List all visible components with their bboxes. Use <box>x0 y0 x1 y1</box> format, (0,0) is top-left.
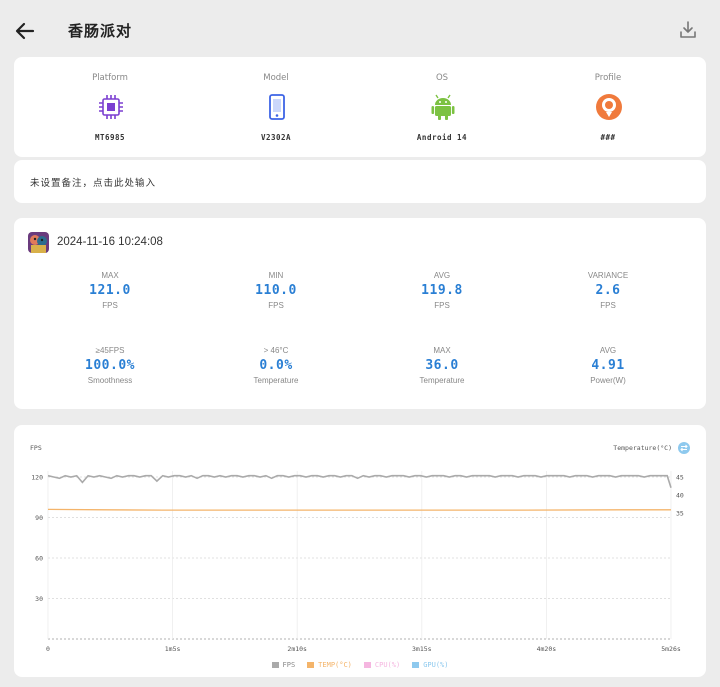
x-tick-label: 2m10s <box>287 645 307 653</box>
model-value: V2302A <box>260 133 292 142</box>
y-tick-label: 60 <box>35 555 43 563</box>
y-tick-label: 120 <box>31 474 43 482</box>
android-icon <box>431 94 455 120</box>
stat-unit: FPS <box>600 301 616 310</box>
header-bar: 香肠派对 <box>0 0 720 56</box>
profile-value: ### <box>600 133 616 142</box>
stat-avg-power: AVG 4.91 Power(W) <box>523 345 693 386</box>
stat-label: VARIANCE <box>587 271 629 280</box>
right-tick-label: 45 <box>676 474 684 482</box>
stat-unit: Power(W) <box>590 376 626 385</box>
stat-avg-fps: AVG 119.8 FPS <box>357 270 527 311</box>
stat-unit: Temperature <box>419 376 465 385</box>
right-tick-label: 40 <box>676 492 684 500</box>
y-tick-label: 30 <box>35 595 43 603</box>
legend-item[interactable]: TEMP(°C) <box>307 661 352 669</box>
chart-legend: FPS TEMP(°C) CPU(%) GPU(%) <box>14 661 706 669</box>
stat-value: 4.91 <box>591 358 625 373</box>
device-info-card: Platform MT6985 Model V2302A OS Android … <box>14 57 706 157</box>
stat-value: 2.6 <box>595 283 621 298</box>
legend-label: TEMP(°C) <box>318 661 352 669</box>
page-title: 香肠派对 <box>68 22 133 40</box>
x-tick-label: 1m5s <box>165 645 181 653</box>
legend-label: FPS <box>282 661 296 669</box>
legend-swatch <box>412 662 420 668</box>
stat-label: > 46°C <box>263 346 289 355</box>
back-arrow-icon[interactable] <box>14 20 36 42</box>
platform-label: Platform <box>92 73 128 83</box>
stat-unit: Temperature <box>253 376 299 385</box>
stat-value: 119.8 <box>421 283 463 298</box>
stat-label: AVG <box>599 346 617 355</box>
stat-value: 110.0 <box>255 283 297 298</box>
stat-max-temp: MAX 36.0 Temperature <box>357 345 527 386</box>
stat-value: 100.0% <box>85 358 135 373</box>
phone-icon <box>269 94 285 120</box>
profile-label: Profile <box>594 73 622 83</box>
model-label: Model <box>263 73 289 83</box>
stat-max-fps: MAX 121.0 FPS <box>25 270 195 311</box>
session-datetime: 2024-11-16 10:24:08 <box>57 236 163 248</box>
stat-unit: FPS <box>102 301 118 310</box>
stat-unit: FPS <box>434 301 450 310</box>
series-line-tempc <box>47 508 671 511</box>
stat-unit: FPS <box>268 301 284 310</box>
game-avatar-icon <box>28 232 49 253</box>
legend-item[interactable]: CPU(%) <box>363 661 401 669</box>
download-icon[interactable] <box>678 20 698 40</box>
stat-value: 0.0% <box>259 358 293 373</box>
stat-over-temp: > 46°C 0.0% Temperature <box>191 345 361 386</box>
legend-label: CPU(%) <box>374 661 401 669</box>
legend-label: GPU(%) <box>423 661 449 669</box>
os-label: OS <box>435 73 449 83</box>
note-card[interactable]: 未设置备注，点击此处输入 <box>14 160 706 203</box>
performance-chart: 120 90 60 30 0 1m5s 2m10s 3m15s 4m20s 5m26s 45 40 35 <box>31 471 684 653</box>
os-value: Android 14 <box>416 133 468 142</box>
stat-label: MAX <box>101 271 119 280</box>
stat-unit: Smoothness <box>87 376 133 385</box>
legend-swatch <box>363 662 371 668</box>
stat-variance-fps: VARIANCE 2.6 FPS <box>523 270 693 311</box>
session-stats-card: 2024-11-16 10:24:08 MAX 121.0 FPS MIN 11… <box>14 218 706 409</box>
stat-value: 121.0 <box>89 283 131 298</box>
note-input-placeholder[interactable]: 未设置备注，点击此处输入 <box>30 175 156 189</box>
chip-icon <box>99 95 123 119</box>
chart-card: FPS Temperature(°C) 120 90 60 30 0 1m5s 2m10s 3… <box>14 425 706 677</box>
legend-item[interactable]: FPS <box>271 661 296 669</box>
x-tick-label: 3m15s <box>412 645 432 653</box>
stat-label: AVG <box>433 271 451 280</box>
x-tick-label: 5m26s <box>661 645 681 653</box>
stat-label: MIN <box>268 271 284 280</box>
stat-smoothness: ≥45FPS 100.0% Smoothness <box>25 345 195 386</box>
stat-label: ≥45FPS <box>95 346 125 355</box>
x-tick-label: 0 <box>46 645 50 653</box>
legend-item[interactable]: GPU(%) <box>412 661 448 669</box>
profile-icon <box>596 94 622 120</box>
stat-label: MAX <box>433 346 451 355</box>
platform-value: MT6985 <box>94 133 126 142</box>
legend-swatch <box>271 662 279 668</box>
stat-min-fps: MIN 110.0 FPS <box>191 270 361 311</box>
stat-value: 36.0 <box>425 358 459 373</box>
right-tick-label: 35 <box>676 510 684 518</box>
series-line-fps <box>47 474 672 489</box>
x-tick-label: 4m20s <box>537 645 557 653</box>
legend-swatch <box>307 662 315 668</box>
y-tick-label: 90 <box>35 514 43 522</box>
